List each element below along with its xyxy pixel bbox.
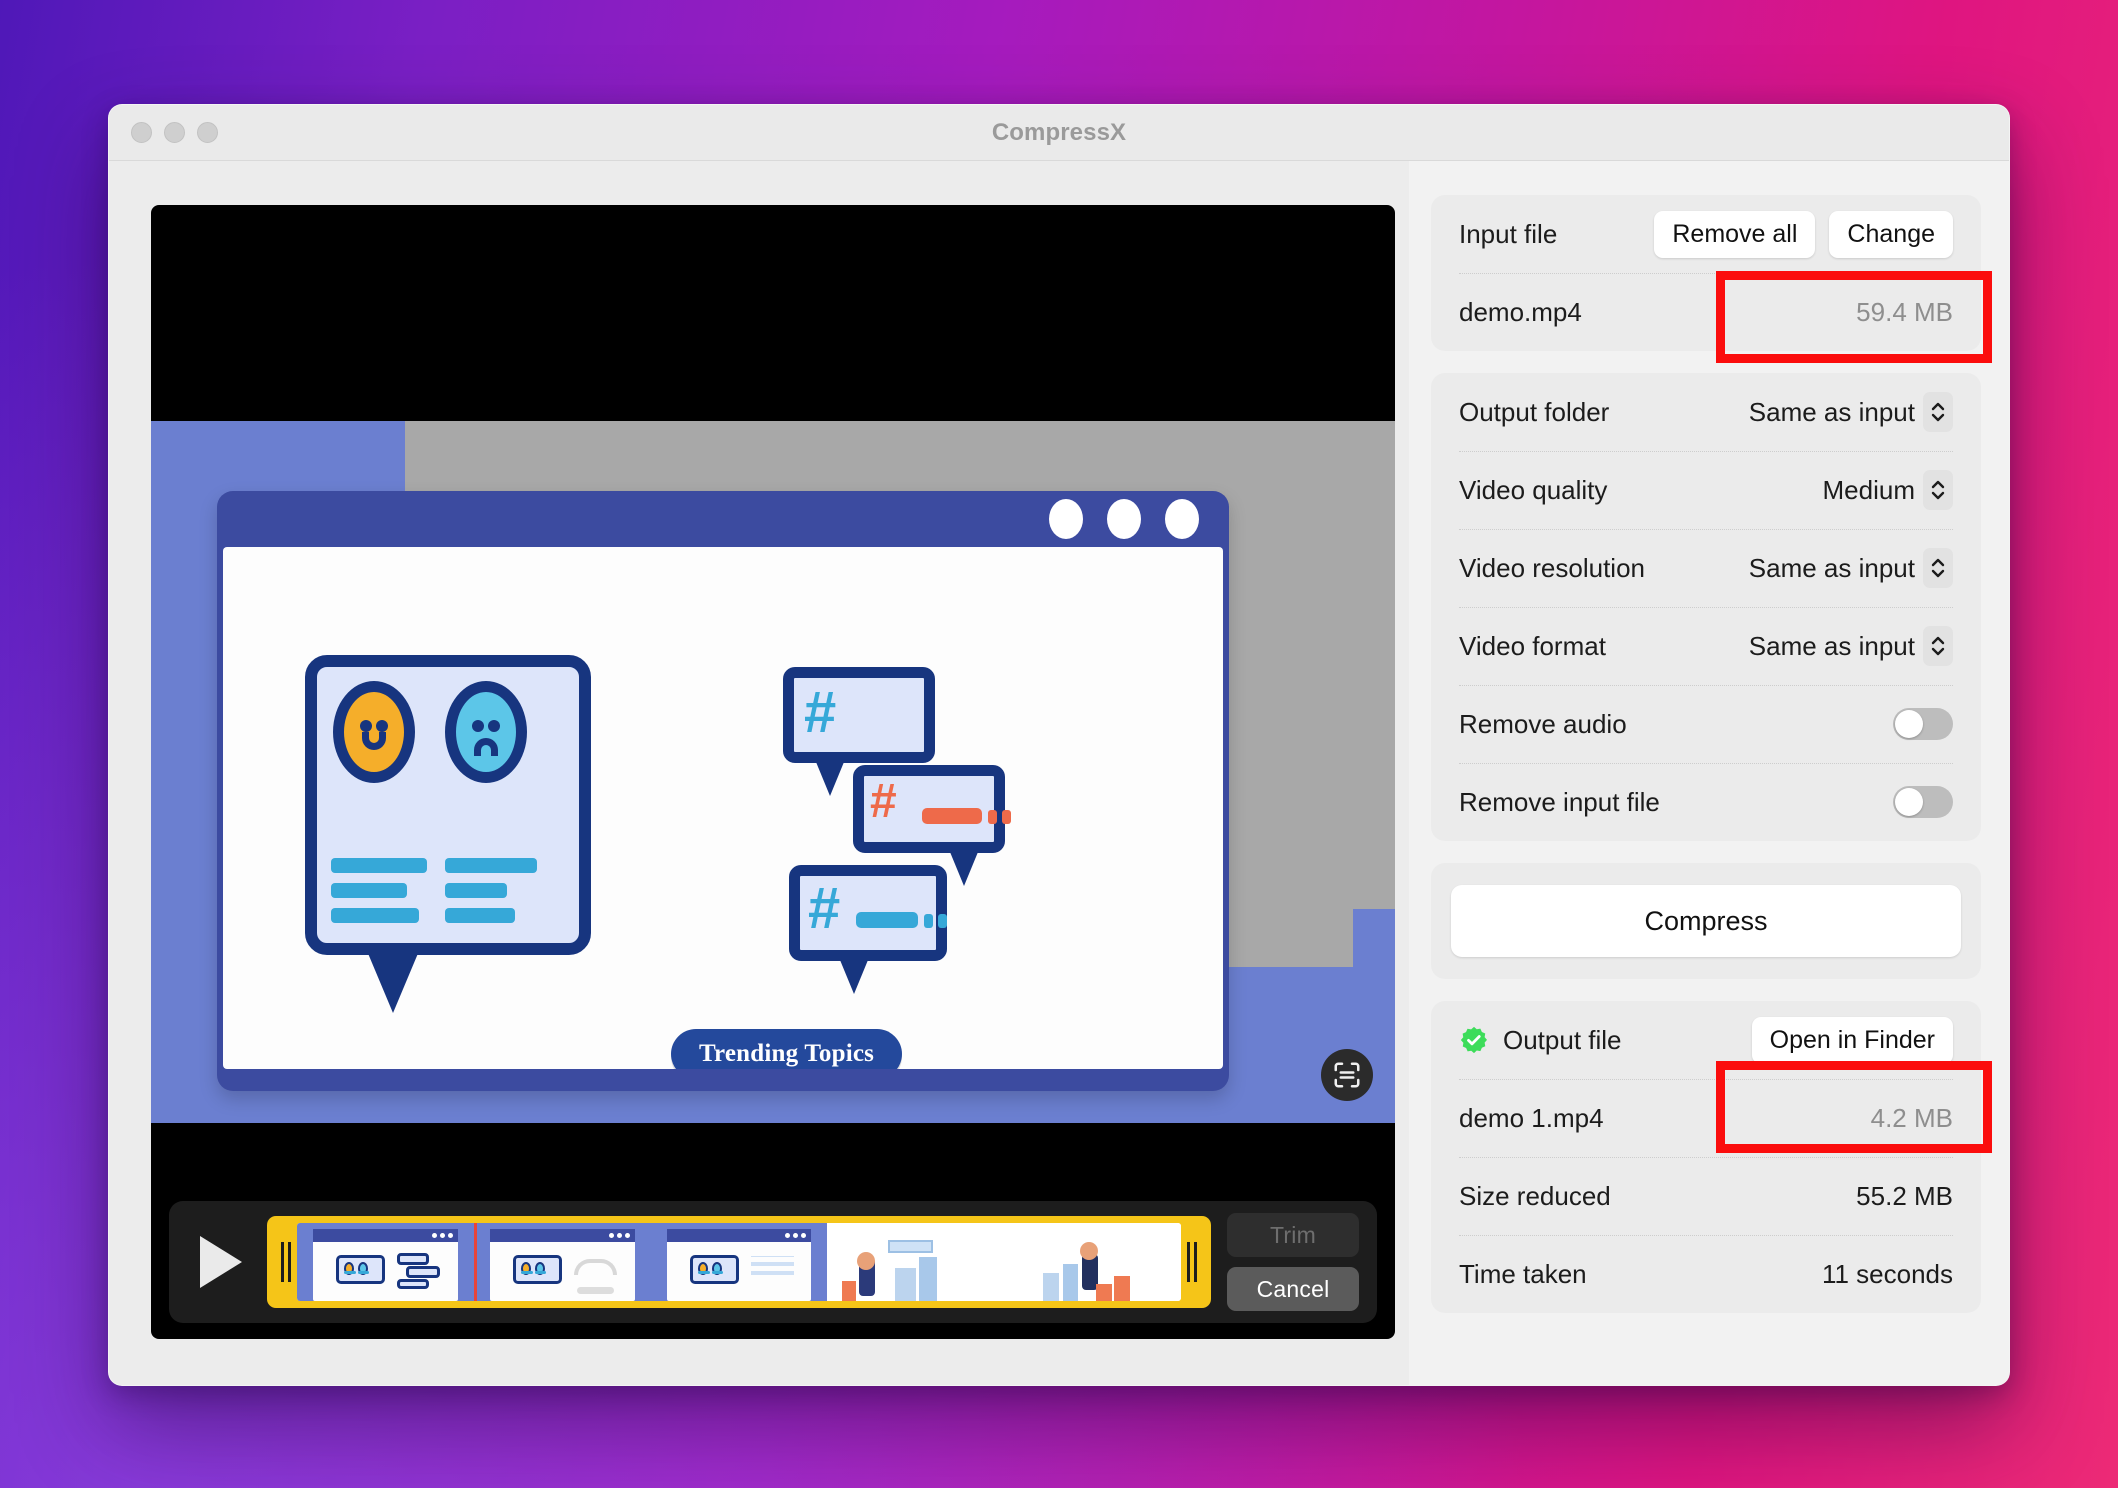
remove-all-button[interactable]: Remove all	[1654, 210, 1816, 258]
size-reduced-value: 55.2 MB	[1856, 1180, 1953, 1211]
chevron-updown-icon[interactable]	[1923, 548, 1953, 588]
output-file-row[interactable]: demo 1.mp4 4.2 MB	[1437, 1079, 1975, 1157]
play-button[interactable]	[191, 1232, 251, 1292]
filmstrip-thumbnail[interactable]	[650, 1223, 828, 1301]
time-taken-row: Time taken 11 seconds	[1437, 1235, 1975, 1313]
setting-label: Output folder	[1459, 396, 1610, 427]
setting-label: Remove input file	[1459, 786, 1660, 817]
illustrated-browser-window: # # # Trending Topics	[217, 491, 1229, 1091]
output-file-card: Output file Open in Finder demo 1.mp4 4.…	[1431, 1001, 1981, 1313]
size-reduced-row: Size reduced 55.2 MB	[1437, 1157, 1975, 1235]
trim-handle-right[interactable]	[1181, 1216, 1203, 1308]
video-player[interactable]: # # # Trending Topics Trim Cancel	[151, 205, 1395, 1339]
output-file-size: 4.2 MB	[1870, 1102, 1953, 1133]
playhead[interactable]	[473, 1223, 477, 1301]
happy-face-icon	[333, 681, 415, 783]
open-in-finder-button[interactable]: Open in Finder	[1751, 1016, 1953, 1064]
settings-sidebar: Input file Remove all Change demo.mp4 59…	[1409, 161, 2009, 1385]
illustrated-dot-icon	[1107, 499, 1141, 539]
size-reduced-label: Size reduced	[1459, 1180, 1611, 1211]
trending-topics-label: Trending Topics	[671, 1029, 903, 1069]
illustrated-dot-icon	[1165, 499, 1199, 539]
remove-input-file-toggle[interactable]	[1893, 786, 1953, 818]
input-file-title: Input file	[1459, 218, 1558, 249]
setting-value-wrap[interactable]: Same as input	[1749, 548, 1953, 588]
scan-watermark-icon	[1321, 1049, 1373, 1101]
player-pane: # # # Trending Topics Trim Cancel	[109, 161, 1409, 1385]
setting-row-remove-audio[interactable]: Remove audio	[1437, 685, 1975, 763]
trim-timeline[interactable]	[267, 1216, 1211, 1308]
input-file-header: Input file Remove all Change	[1437, 195, 1975, 273]
hashtag-bubble-icon: #	[783, 667, 935, 796]
filmstrip-thumbnail[interactable]	[827, 1223, 1005, 1301]
setting-row-video-format[interactable]: Video format Same as input	[1437, 607, 1975, 685]
setting-value: Medium	[1822, 474, 1915, 505]
chevron-updown-icon[interactable]	[1923, 392, 1953, 432]
compress-card: Compress	[1431, 863, 1981, 979]
output-file-header: Output file Open in Finder	[1437, 1001, 1975, 1079]
setting-label: Remove audio	[1459, 708, 1627, 739]
filmstrip-thumbnail[interactable]	[473, 1223, 651, 1301]
input-file-name: demo.mp4	[1459, 296, 1582, 327]
window-body: # # # Trending Topics Trim Cancel Input …	[109, 161, 2009, 1385]
trim-button[interactable]: Trim	[1227, 1213, 1359, 1257]
setting-label: Video format	[1459, 630, 1606, 661]
input-file-card: Input file Remove all Change demo.mp4 59…	[1431, 195, 1981, 351]
setting-row-remove-input-file[interactable]: Remove input file	[1437, 763, 1975, 841]
setting-value-wrap[interactable]: Same as input	[1749, 626, 1953, 666]
success-check-icon	[1459, 1025, 1489, 1055]
input-file-size: 59.4 MB	[1856, 296, 1953, 327]
sad-face-icon	[445, 681, 527, 783]
setting-row-output-folder[interactable]: Output folder Same as input	[1437, 373, 1975, 451]
transport-bar: Trim Cancel	[169, 1201, 1377, 1323]
trim-handle-left[interactable]	[275, 1216, 297, 1308]
time-taken-label: Time taken	[1459, 1258, 1587, 1289]
hashtag-bubble-bottom-icon: #	[789, 865, 947, 994]
setting-value-wrap[interactable]: Same as input	[1749, 392, 1953, 432]
video-frame: # # # Trending Topics	[151, 421, 1395, 1123]
hashtag-bubble-orange-icon: #	[853, 765, 1011, 886]
emotions-speech-bubble-icon	[305, 655, 591, 1013]
compress-button[interactable]: Compress	[1451, 885, 1961, 957]
output-file-title: Output file	[1503, 1024, 1622, 1055]
illustrated-window-bar	[217, 491, 1229, 547]
settings-card: Output folder Same as input Video qualit…	[1431, 373, 1981, 841]
time-taken-value: 11 seconds	[1821, 1258, 1953, 1289]
change-button[interactable]: Change	[1829, 210, 1953, 258]
illustrated-dot-icon	[1049, 499, 1083, 539]
app-window: CompressX # # # Trending Topics Trim Can…	[108, 104, 2010, 1386]
setting-value-wrap[interactable]: Medium	[1823, 470, 1953, 510]
window-title: CompressX	[991, 118, 1127, 146]
remove-audio-toggle[interactable]	[1893, 708, 1953, 740]
setting-row-video-resolution[interactable]: Video resolution Same as input	[1437, 529, 1975, 607]
illustration-canvas: # # # Trending Topics	[223, 547, 1223, 1069]
setting-value: Same as input	[1748, 630, 1915, 661]
chevron-updown-icon[interactable]	[1923, 470, 1953, 510]
input-file-row[interactable]: demo.mp4 59.4 MB	[1437, 273, 1975, 351]
filmstrip[interactable]	[297, 1223, 1181, 1301]
filmstrip-thumbnail[interactable]	[297, 1223, 474, 1301]
setting-label: Video resolution	[1459, 552, 1645, 583]
setting-row-video-quality[interactable]: Video quality Medium	[1437, 451, 1975, 529]
cancel-button[interactable]: Cancel	[1227, 1267, 1359, 1311]
window-titlebar: CompressX	[109, 105, 2009, 161]
output-file-name: demo 1.mp4	[1459, 1102, 1604, 1133]
setting-value: Same as input	[1748, 396, 1915, 427]
chevron-updown-icon[interactable]	[1923, 626, 1953, 666]
setting-value: Same as input	[1748, 552, 1915, 583]
setting-label: Video quality	[1459, 474, 1608, 505]
filmstrip-thumbnail[interactable]	[1004, 1223, 1181, 1301]
trim-actions: Trim Cancel	[1227, 1213, 1359, 1311]
